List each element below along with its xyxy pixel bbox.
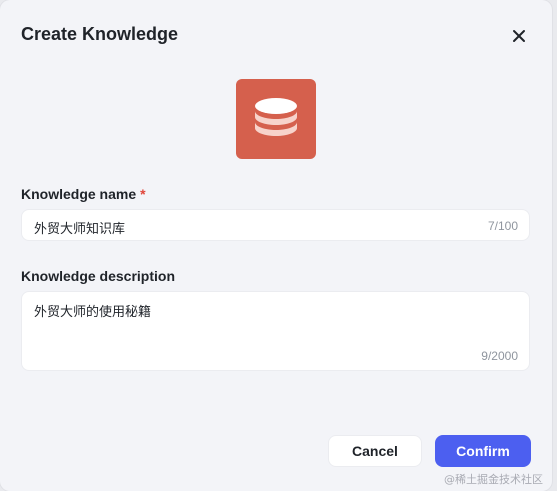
knowledge-name-value: 外贸大师知识库 <box>34 222 126 237</box>
knowledge-name-counter: 7/100 <box>487 219 518 233</box>
watermark: @稀土掘金技术社区 <box>444 473 543 486</box>
knowledge-avatar[interactable] <box>236 79 316 159</box>
close-icon <box>513 30 525 42</box>
knowledge-name-label: Knowledge name * <box>21 186 146 202</box>
knowledge-description-textarea[interactable]: 外贸大师的使用秘籍 9/2000 <box>21 291 530 371</box>
knowledge-description-counter: 9/2000 <box>481 349 518 363</box>
knowledge-name-input[interactable]: 外贸大师知识库 7/100 <box>21 209 530 241</box>
knowledge-name-label-text: Knowledge name <box>21 186 137 202</box>
dialog-title: Create Knowledge <box>21 24 179 44</box>
create-knowledge-dialog: Create Knowledge Knowledge name * 外贸大师知识库… <box>0 0 552 491</box>
database-icon <box>255 98 297 136</box>
knowledge-description-label: Knowledge description <box>21 268 176 284</box>
confirm-button[interactable]: Confirm <box>435 435 531 467</box>
knowledge-description-value: 外贸大师的使用秘籍 <box>34 305 152 320</box>
cancel-button[interactable]: Cancel <box>328 435 422 467</box>
required-mark: * <box>140 186 146 202</box>
close-button[interactable] <box>508 25 530 47</box>
